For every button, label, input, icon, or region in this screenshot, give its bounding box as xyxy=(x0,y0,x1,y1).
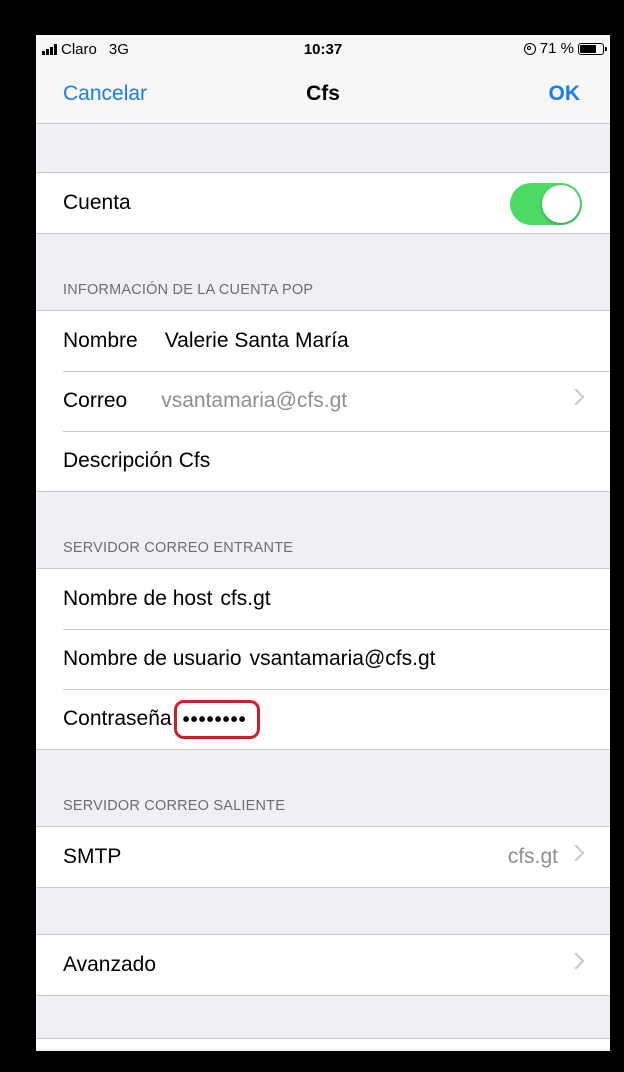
description-label: Descripción xyxy=(63,449,173,472)
advanced-group: Avanzado xyxy=(36,934,610,996)
smtp-label: SMTP xyxy=(63,845,122,868)
status-bar: Claro 3G 10:37 71 % xyxy=(36,35,610,79)
rotation-lock-icon xyxy=(523,42,536,55)
navigation-bar: Cancelar Cfs OK xyxy=(36,79,610,124)
battery-percent: 71 % xyxy=(539,40,574,57)
account-row: Cuenta xyxy=(36,173,610,233)
chevron-right-icon xyxy=(567,952,585,970)
host-label: Nombre de host xyxy=(63,587,213,610)
pop-section-header: INFORMACIÓN DE LA CUENTA POP xyxy=(36,234,610,310)
outgoing-section-title: SERVIDOR CORREO SALIENTE xyxy=(63,798,286,814)
email-value: vsantamaria@cfs.gt xyxy=(161,389,348,412)
username-row[interactable]: Nombre de usuario vsantamaria@cfs.gt xyxy=(36,629,610,689)
host-value[interactable]: cfs.gt xyxy=(220,587,270,611)
chevron-right-icon xyxy=(567,844,585,862)
settings-content: Cuenta INFORMACIÓN DE LA CUENTA POP Nomb… xyxy=(36,124,610,1049)
name-value[interactable]: Valerie Santa María xyxy=(165,329,349,353)
smtp-value: cfs.gt xyxy=(507,845,558,868)
name-row[interactable]: Nombre Valerie Santa María xyxy=(36,311,610,371)
bottom-group-edge xyxy=(36,1038,610,1049)
account-toggle[interactable] xyxy=(510,183,582,225)
username-value[interactable]: vsantamaria@cfs.gt xyxy=(250,647,436,671)
description-row[interactable]: Descripción Cfs xyxy=(36,431,610,491)
password-label: Contraseña xyxy=(63,707,172,730)
pop-section-title: INFORMACIÓN DE LA CUENTA POP xyxy=(63,282,314,298)
battery-fill xyxy=(580,44,596,53)
outgoing-server-group: SMTP cfs.gt xyxy=(36,826,610,888)
toggle-knob xyxy=(542,185,580,223)
password-row[interactable]: Contraseña •••••••• xyxy=(36,689,610,749)
advanced-label: Avanzado xyxy=(63,953,157,976)
incoming-section-title: SERVIDOR CORREO ENTRANTE xyxy=(63,540,294,556)
phone-screen: Claro 3G 10:37 71 % Cancelar Cfs OK Cuen… xyxy=(36,35,610,1051)
account-group: Cuenta xyxy=(36,172,610,234)
email-row[interactable]: Correo vsantamaria@cfs.gt xyxy=(36,371,610,431)
page-title: Cfs xyxy=(306,82,340,105)
advanced-row[interactable]: Avanzado xyxy=(36,935,610,995)
status-right: 71 % xyxy=(523,40,607,57)
email-label: Correo xyxy=(63,389,128,412)
incoming-server-group: Nombre de host cfs.gt Nombre de usuario … xyxy=(36,568,610,750)
ok-button[interactable]: OK xyxy=(549,79,581,123)
username-label: Nombre de usuario xyxy=(63,647,242,670)
battery-icon xyxy=(578,42,607,55)
account-label: Cuenta xyxy=(63,191,131,214)
host-row[interactable]: Nombre de host cfs.gt xyxy=(36,569,610,629)
incoming-section-header: SERVIDOR CORREO ENTRANTE xyxy=(36,492,610,568)
smtp-row[interactable]: SMTP cfs.gt xyxy=(36,827,610,887)
outgoing-section-header: SERVIDOR CORREO SALIENTE xyxy=(36,750,610,826)
password-field[interactable]: •••••••• xyxy=(173,699,260,739)
name-label: Nombre xyxy=(63,329,138,352)
description-value[interactable]: Cfs xyxy=(179,449,211,473)
pop-info-group: Nombre Valerie Santa María Correo vsanta… xyxy=(36,310,610,492)
chevron-right-icon xyxy=(567,388,585,406)
